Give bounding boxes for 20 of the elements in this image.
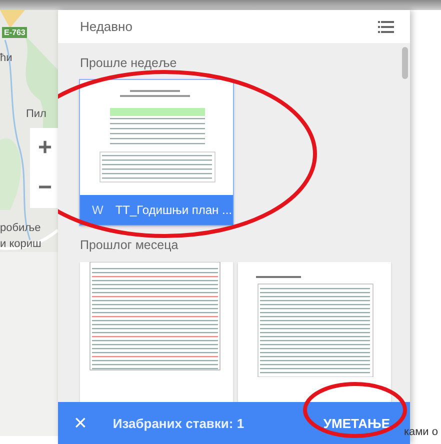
- selection-count: Изабраних ставки: 1: [112, 416, 246, 430]
- file-card[interactable]: [238, 262, 391, 402]
- zoom-in-button[interactable]: +: [38, 136, 52, 160]
- scrollbar[interactable]: [402, 47, 408, 79]
- section-heading: Прошле недеље: [80, 56, 177, 70]
- close-button[interactable]: ×: [74, 412, 87, 434]
- map-label: ћи: [0, 52, 12, 64]
- file-card[interactable]: W TT_Годишњи план ...: [80, 80, 233, 225]
- zoom-out-button[interactable]: −: [38, 176, 52, 200]
- picker-title: Недавно: [80, 19, 132, 34]
- insert-button[interactable]: УМЕТАЊЕ: [319, 410, 394, 436]
- map-label: и кориш: [0, 238, 42, 250]
- file-name: TT_Годишњи план ...: [115, 203, 232, 217]
- section-heading: Прошлог месеца: [80, 238, 178, 252]
- file-type-icon: W: [92, 203, 104, 217]
- map-label: Пил: [26, 108, 46, 120]
- road-badge: E-763: [2, 27, 28, 38]
- list-view-icon[interactable]: [378, 20, 394, 32]
- map-label: робиље: [0, 222, 41, 234]
- file-card[interactable]: [80, 262, 233, 402]
